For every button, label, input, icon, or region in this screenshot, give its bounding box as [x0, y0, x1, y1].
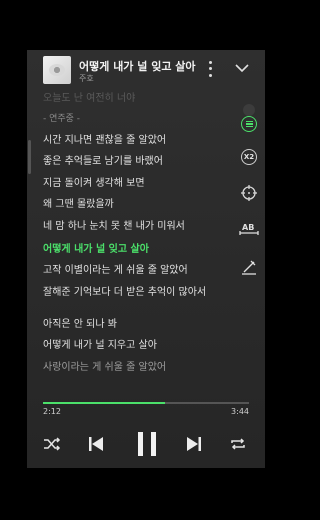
repeat-button[interactable]	[229, 436, 247, 452]
pause-icon	[138, 432, 156, 456]
album-art[interactable]	[43, 56, 71, 84]
pause-button[interactable]	[135, 430, 159, 458]
next-icon	[187, 437, 201, 451]
shuffle-icon	[44, 437, 61, 451]
lyric-line-current[interactable]: 어떻게 내가 널 잊고 살아	[43, 243, 233, 257]
player-screen: 어떻게 내가 널 잊고 살아 주호 오늘도 난 여전히 너야 - 연주중 - 시간 …	[27, 50, 265, 468]
pen-icon	[242, 260, 256, 275]
song-title: 어떻게 내가 널 잊고 살아	[79, 60, 196, 73]
repeat-icon	[231, 438, 245, 450]
lyrics-scroll-knob[interactable]	[243, 104, 255, 116]
next-button[interactable]	[185, 435, 203, 453]
ab-repeat-icon: AB	[239, 223, 259, 235]
chevron-down-icon[interactable]	[234, 62, 250, 74]
progress-fill	[43, 402, 165, 404]
crosshair-icon	[241, 185, 257, 201]
lyric-line[interactable]: - 연주중 -	[43, 112, 233, 126]
previous-icon	[89, 437, 103, 451]
total-time: 3:44	[231, 407, 249, 416]
lyric-line[interactable]: 시간 지나면 괜찮을 줄 알았어	[43, 134, 233, 148]
lyric-line[interactable]: 좋은 추억들로 남기를 바랬어	[43, 155, 233, 169]
lyric-line[interactable]: 고작 이별이라는 게 쉬울 줄 알았어	[43, 264, 233, 278]
previous-button[interactable]	[87, 435, 105, 453]
lyrics-toggle-icon	[245, 121, 253, 127]
more-vertical-icon	[208, 60, 212, 64]
edge-handle[interactable]	[28, 140, 31, 174]
lyric-line[interactable]: 지금 돌이켜 생각해 보면	[43, 177, 233, 191]
more-options-button[interactable]	[203, 59, 217, 79]
progress-bar[interactable]	[43, 402, 249, 404]
lyric-line[interactable]: 오늘도 난 여전히 너야	[43, 92, 233, 106]
lyrics-toggle-button[interactable]	[241, 116, 257, 132]
edit-button[interactable]	[238, 256, 260, 278]
svg-text:AB: AB	[242, 223, 254, 232]
shuffle-button[interactable]	[43, 437, 61, 451]
lyric-line[interactable]: 사랑이라는 게 쉬울 줄 알았어	[43, 361, 233, 375]
lyric-line[interactable]: 왜 그땐 몰랐을까	[43, 198, 233, 212]
speed-label: X2	[243, 153, 255, 161]
elapsed-time: 2:12	[43, 407, 61, 416]
lyric-line[interactable]: 잘해준 기억보다 더 받은 추억이 많아서	[43, 286, 233, 300]
ab-repeat-button[interactable]: AB	[238, 218, 260, 240]
crosshair-button[interactable]	[238, 182, 260, 204]
lyric-line[interactable]: 어떻게 내가 널 지우고 살아	[43, 339, 233, 353]
lyric-line[interactable]: 아직은 안 되나 봐	[43, 318, 233, 332]
player-header: 어떻게 내가 널 잊고 살아 주호	[27, 50, 265, 90]
artist-name: 주호	[79, 74, 94, 83]
lyric-line[interactable]: 네 맘 하나 눈치 못 챈 내가 미워서	[43, 220, 233, 234]
speed-button[interactable]: X2	[241, 149, 257, 165]
